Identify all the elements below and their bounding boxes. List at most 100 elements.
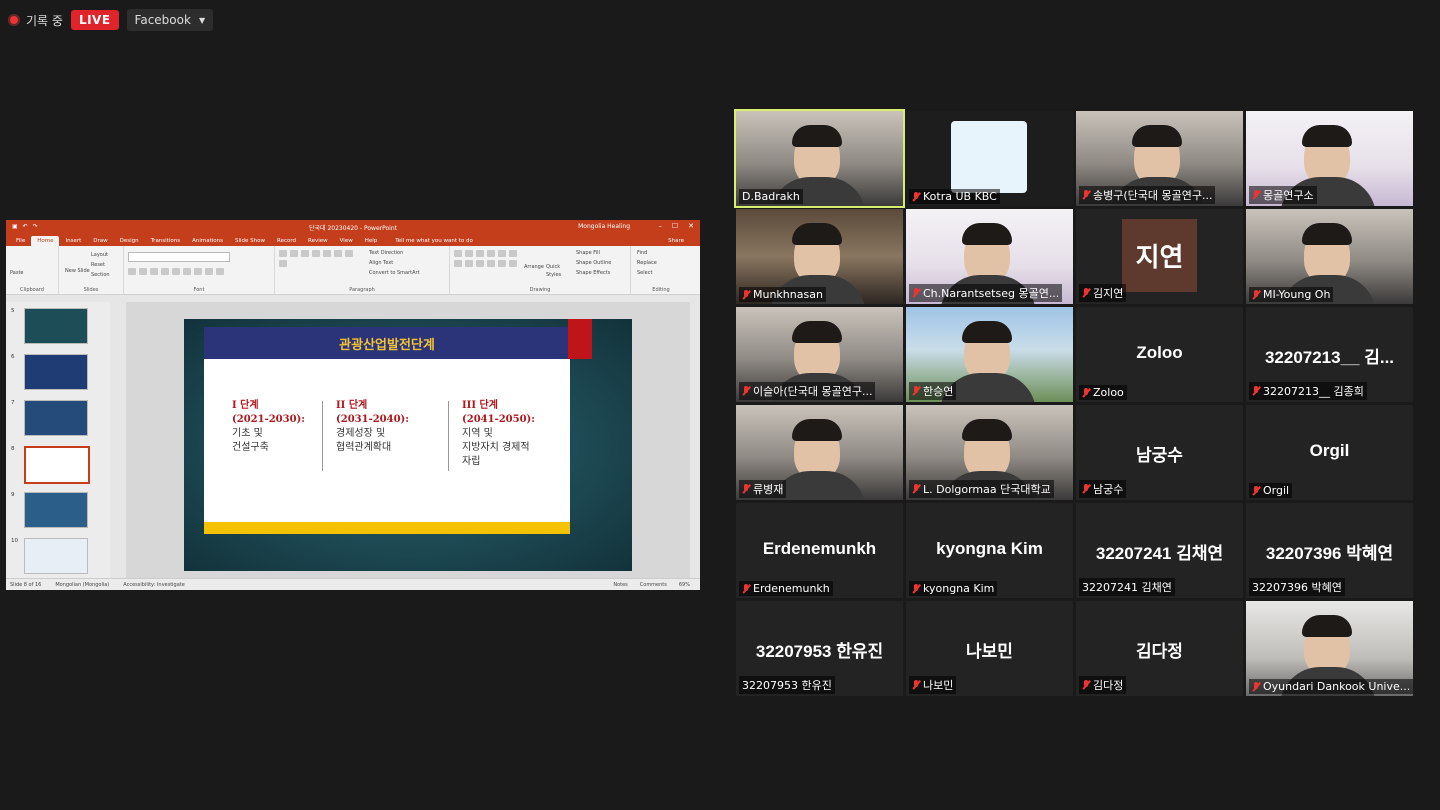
save-icon[interactable]: ▣ [12, 223, 18, 230]
participant-tile[interactable]: 32207396 박혜연 32207396 박혜연 [1246, 503, 1413, 598]
slide-body: I 단계 (2021-2030): 기초 및 건설구축 II 단계 (2031-… [204, 359, 570, 523]
notes-button[interactable]: Notes [613, 582, 627, 588]
slide-thumb-9[interactable] [24, 492, 88, 528]
participant-tile[interactable]: 나보민 나보민 [906, 601, 1073, 696]
close-icon[interactable]: ✕ [688, 222, 694, 230]
thumb-number: 8 [11, 446, 15, 452]
tab-view[interactable]: View [334, 236, 359, 246]
section-button[interactable]: Section [87, 268, 114, 282]
tab-design[interactable]: Design [114, 236, 145, 246]
participant-name-label: 32207241 김채연 [1079, 578, 1175, 596]
shape-effects-button[interactable]: Shape Effects [572, 266, 614, 280]
participant-tile[interactable]: 남궁수 남궁수 [1076, 405, 1243, 500]
participant-tile[interactable]: L. Dolgormaa 단국대학교 [906, 405, 1073, 500]
stage-2-text: 협력관계확대 [336, 442, 392, 453]
language-indicator[interactable]: Mongolian (Mongolia) [55, 582, 109, 588]
mic-muted-icon [742, 289, 750, 300]
slide-thumb-5[interactable] [24, 308, 88, 344]
font-tools [124, 264, 274, 279]
participant-tile[interactable]: Oyundari Dankook Unive... [1246, 601, 1413, 696]
recording-indicator[interactable]: 기록 중 [8, 12, 63, 29]
stage-3: III 단계 (2041-2050): 지역 및 지방자치 경제적 자립 [462, 399, 535, 469]
current-slide[interactable]: 관광산업발전단계 I 단계 (2021-2030): 기초 및 건설구축 II … [184, 319, 632, 571]
shapes-gallery[interactable] [450, 246, 522, 271]
person-hair [962, 223, 1012, 245]
tab-review[interactable]: Review [302, 236, 334, 246]
mic-muted-icon [1082, 288, 1090, 298]
group-label: Clipboard [20, 287, 44, 293]
tab-insert[interactable]: Insert [59, 236, 87, 246]
maximize-icon[interactable]: ☐ [672, 222, 678, 230]
account-name[interactable]: Mongolia Healing [578, 223, 630, 230]
undo-icon[interactable]: ↶ [23, 223, 28, 230]
comments-button[interactable]: Comments [640, 582, 667, 588]
participant-display-name: Erdenemunkh [762, 539, 877, 558]
participant-tile[interactable]: Orgil Orgil [1246, 405, 1413, 500]
participant-tile[interactable]: kyongna Kim kyongna Kim [906, 503, 1073, 598]
participant-tile[interactable]: Kotra UB KBC [906, 111, 1073, 206]
participant-name: Zoloo [1093, 386, 1124, 399]
participant-tile[interactable]: 류병재 [736, 405, 903, 500]
redo-icon[interactable]: ↷ [33, 223, 38, 230]
slide-thumb-7[interactable] [24, 400, 88, 436]
participant-tile[interactable]: Zoloo Zoloo [1076, 307, 1243, 402]
tab-draw[interactable]: Draw [87, 236, 113, 246]
participant-name: 32207953 한유진 [742, 679, 832, 692]
participant-tile[interactable]: 지연 김지연 [1076, 209, 1243, 304]
tab-transitions[interactable]: Transitions [145, 236, 186, 246]
person-hair [1302, 223, 1352, 245]
stream-target-dropdown[interactable]: Facebook ▼ [126, 9, 214, 31]
participant-name: 송병구(단국대 몽골연구... [1093, 189, 1213, 202]
select-button[interactable]: Select [633, 266, 656, 280]
participant-tile[interactable]: Erdenemunkh Erdenemunkh [736, 503, 903, 598]
paste-button[interactable]: Paste [6, 266, 58, 280]
person-hair [1302, 615, 1352, 637]
share-button[interactable]: Share [662, 236, 690, 246]
participant-tile[interactable]: 송병구(단국대 몽골연구... [1076, 111, 1243, 206]
participant-tile[interactable]: D.Badrakh [734, 109, 905, 208]
slide-counter: Slide 8 of 16 [10, 581, 42, 588]
tab-file[interactable]: File [10, 236, 31, 246]
mic-muted-icon [1082, 680, 1090, 690]
accessibility-indicator[interactable]: Accessibility: Investigate [123, 582, 185, 588]
participant-name: kyongna Kim [923, 582, 995, 595]
participant-tile[interactable]: 몽골연구소 [1246, 111, 1413, 206]
participant-tile[interactable]: 32207213__ 김... 32207213__ 김종희 [1246, 307, 1413, 402]
font-name-field[interactable] [128, 252, 230, 262]
participant-tile[interactable]: Ch.Narantsetseg 몽골연... [906, 209, 1073, 304]
participant-tile[interactable]: 32207953 한유진 32207953 한유진 [736, 601, 903, 696]
tab-home[interactable]: Home [31, 236, 60, 246]
participant-name: 류병재 [753, 483, 784, 496]
participant-name-label: 32207213__ 김종희 [1249, 382, 1367, 400]
live-badge[interactable]: LIVE [70, 10, 119, 30]
tab-slide-show[interactable]: Slide Show [229, 236, 271, 246]
participant-tile[interactable]: 한승연 [906, 307, 1073, 402]
person-hair [1302, 125, 1352, 147]
participant-name: 32207396 박혜연 [1252, 581, 1342, 594]
tell-me-search[interactable]: Tell me what you want to do [389, 236, 479, 246]
participant-name-label: Ch.Narantsetseg 몽골연... [909, 284, 1063, 302]
stage-3-heading: III 단계 [462, 400, 498, 411]
mic-muted-icon [1082, 190, 1090, 200]
tab-record[interactable]: Record [271, 236, 302, 246]
quick-access: ▣ ↶ ↷ [12, 223, 38, 230]
participant-tile[interactable]: 32207241 김채연 32207241 김채연 [1076, 503, 1243, 598]
tab-help[interactable]: Help [359, 236, 384, 246]
participant-name-label: Munkhnasan [739, 287, 826, 302]
participant-display-name: 나보민 [966, 642, 1013, 661]
participant-tile[interactable]: 김다정 김다정 [1076, 601, 1243, 696]
quick-styles-button[interactable]: Quick Styles [542, 260, 572, 282]
zoom-level[interactable]: 69% [679, 582, 690, 588]
tab-animations[interactable]: Animations [186, 236, 229, 246]
convert-smartart-button[interactable]: Convert to SmartArt [365, 266, 424, 280]
slide-thumb-6[interactable] [24, 354, 88, 390]
participant-tile[interactable]: MI-Young Oh [1246, 209, 1413, 304]
slide-thumb-10[interactable] [24, 538, 88, 574]
participant-tile[interactable]: Munkhnasan [736, 209, 903, 304]
slide-thumb-8[interactable] [24, 446, 90, 484]
mic-muted-icon [912, 583, 920, 594]
participant-tile[interactable]: 이슬아(단국대 몽골연구... [736, 307, 903, 402]
minimize-icon[interactable]: – [658, 222, 662, 230]
participant-name: Erdenemunkh [753, 582, 830, 595]
participant-name-label: 이슬아(단국대 몽골연구... [739, 382, 876, 400]
